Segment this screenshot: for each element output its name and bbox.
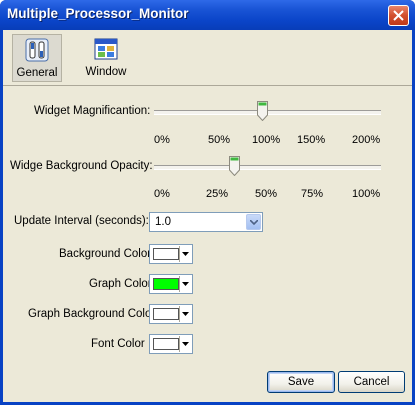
title-bar[interactable]: Multiple_Processor_Monitor <box>0 0 415 30</box>
tab-general[interactable]: General <box>12 34 62 82</box>
window-icon <box>94 38 118 60</box>
tab-window-label: Window <box>85 66 127 78</box>
graph-background-color-picker[interactable] <box>149 304 193 324</box>
background-color-picker[interactable] <box>149 244 193 264</box>
settings-toolbar: General Window <box>3 30 412 86</box>
magnification-slider-track[interactable] <box>154 110 381 115</box>
window-title: Multiple_Processor_Monitor <box>7 6 189 21</box>
magnification-tick-150: 150% <box>297 134 326 146</box>
dropdown-arrow-icon <box>182 342 189 346</box>
app-window: Multiple_Processor_Monitor General Windo… <box>0 0 415 405</box>
magnification-tick-200: 200% <box>352 134 381 146</box>
close-button[interactable] <box>388 5 409 26</box>
tab-window[interactable]: Window <box>81 34 131 82</box>
graph-background-color-label: Graph Background Color <box>28 308 156 320</box>
font-color-label: Font Color <box>91 338 145 350</box>
update-interval-select[interactable]: 1.0 <box>149 212 263 232</box>
dropdown-arrow-icon <box>182 282 189 286</box>
dropdown-arrow-icon <box>182 312 189 316</box>
close-icon <box>393 10 404 21</box>
magnification-slider-thumb[interactable] <box>256 101 268 121</box>
update-interval-label: Update Interval (seconds): <box>14 215 149 227</box>
settings-switch-icon <box>25 38 49 62</box>
graph-color-picker[interactable] <box>149 274 193 294</box>
opacity-slider-thumb[interactable] <box>229 156 241 176</box>
font-color-picker[interactable] <box>149 334 193 354</box>
opacity-tick-50: 50% <box>255 188 278 200</box>
magnification-tick-50: 50% <box>208 134 231 146</box>
dropdown-arrow-icon <box>182 252 189 256</box>
opacity-tick-25: 25% <box>206 188 229 200</box>
font-color-swatch <box>153 338 179 350</box>
update-interval-dropdown-button[interactable] <box>246 214 261 230</box>
graph-background-color-swatch <box>153 308 179 320</box>
opacity-tick-0: 0% <box>154 188 170 200</box>
tab-general-label: General <box>16 67 58 79</box>
chevron-down-icon <box>250 220 258 225</box>
opacity-slider-track[interactable] <box>154 165 381 170</box>
graph-color-dropdown[interactable] <box>179 276 191 292</box>
background-color-label: Background Color <box>59 248 152 260</box>
update-interval-value: 1.0 <box>155 216 171 228</box>
magnification-tick-0: 0% <box>154 134 170 146</box>
background-color-dropdown[interactable] <box>179 246 191 262</box>
graph-background-color-dropdown[interactable] <box>179 306 191 322</box>
save-button[interactable]: Save <box>267 371 335 393</box>
graph-color-label: Graph Color <box>89 278 152 290</box>
graph-color-swatch <box>153 278 179 290</box>
dialog-body: General Window Widget Magnificantion: 0%… <box>3 30 412 402</box>
font-color-dropdown[interactable] <box>179 336 191 352</box>
cancel-button[interactable]: Cancel <box>338 371 405 393</box>
magnification-label: Widget Magnificantion: <box>34 105 151 117</box>
magnification-tick-100: 100% <box>252 134 281 146</box>
background-color-swatch <box>153 248 179 260</box>
opacity-tick-75: 75% <box>301 188 324 200</box>
opacity-tick-100: 100% <box>352 188 381 200</box>
opacity-label: Widge Background Opacity: <box>10 160 153 172</box>
